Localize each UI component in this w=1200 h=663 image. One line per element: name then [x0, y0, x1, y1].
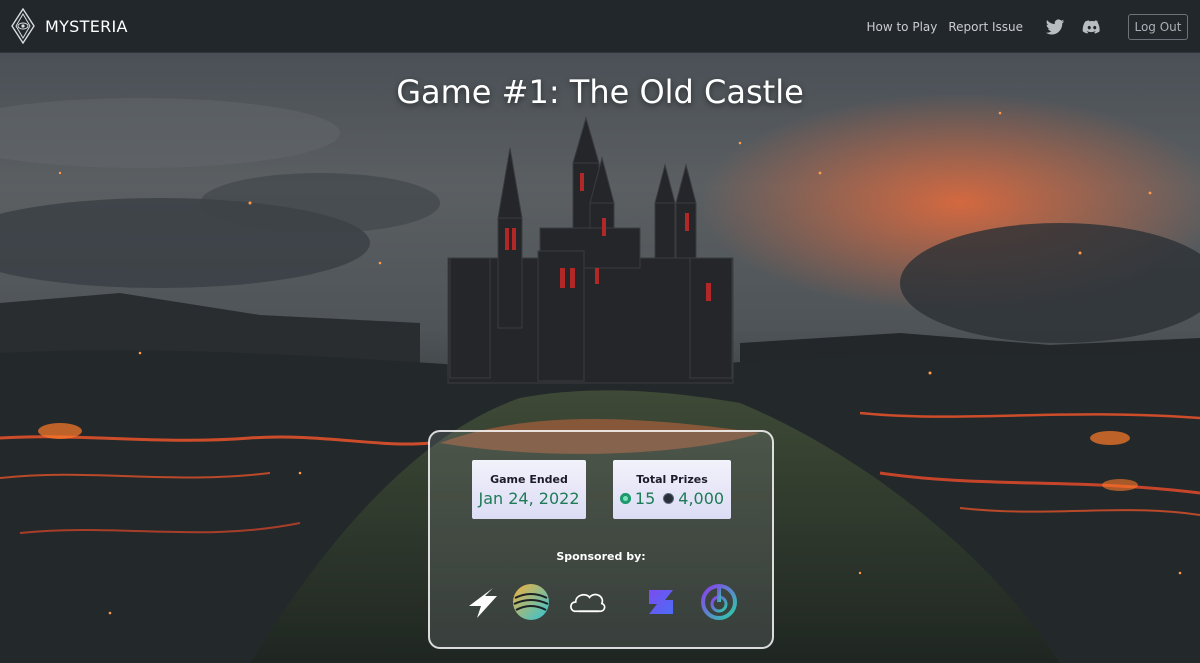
game-info-card: Game Ended Jan 24, 2022 Total Prizes 15 … — [428, 430, 774, 649]
lightning-sponsor-icon[interactable] — [463, 582, 503, 622]
game-ended-stat: Game Ended Jan 24, 2022 — [472, 460, 586, 519]
brand-name: MYSTERIA — [45, 16, 128, 36]
dark-token-icon — [663, 493, 675, 504]
hero-scene: Game #1: The Old Castle Game Ended Jan 2… — [0, 53, 1200, 663]
total-prizes-value: 15 4,000 — [613, 489, 731, 508]
nav-right: How to Play Report Issue Log Out — [866, 0, 1188, 53]
prize-amount-green: 15 — [634, 489, 656, 508]
sponsored-by-label: Sponsored by: — [556, 550, 646, 563]
game-ended-value: Jan 24, 2022 — [478, 489, 580, 508]
twitter-icon[interactable] — [1045, 17, 1065, 37]
total-prizes-stat: Total Prizes 15 4,000 — [613, 460, 731, 519]
brand[interactable]: MYSTERIA — [11, 0, 128, 53]
sponsor-logos — [463, 582, 753, 622]
top-navbar: MYSTERIA How to Play Report Issue Log Ou… — [0, 0, 1200, 53]
mysteria-logo-icon — [11, 8, 35, 44]
green-token-icon — [619, 493, 631, 504]
power-sponsor-icon[interactable] — [699, 582, 739, 622]
s-sponsor-icon[interactable] — [641, 582, 681, 622]
game-title: Game #1: The Old Castle — [396, 73, 804, 111]
game-ended-label: Game Ended — [490, 473, 568, 486]
social-links — [1045, 17, 1119, 37]
discord-icon[interactable] — [1082, 17, 1102, 37]
total-prizes-label: Total Prizes — [636, 473, 708, 486]
report-issue-link[interactable]: Report Issue — [948, 20, 1023, 34]
how-to-play-link[interactable]: How to Play — [866, 20, 937, 34]
sphere-sponsor-icon[interactable] — [511, 582, 551, 622]
prize-amount-dark: 4,000 — [678, 489, 725, 508]
chef-hat-sponsor-icon[interactable] — [568, 582, 608, 622]
log-out-button[interactable]: Log Out — [1128, 13, 1188, 40]
